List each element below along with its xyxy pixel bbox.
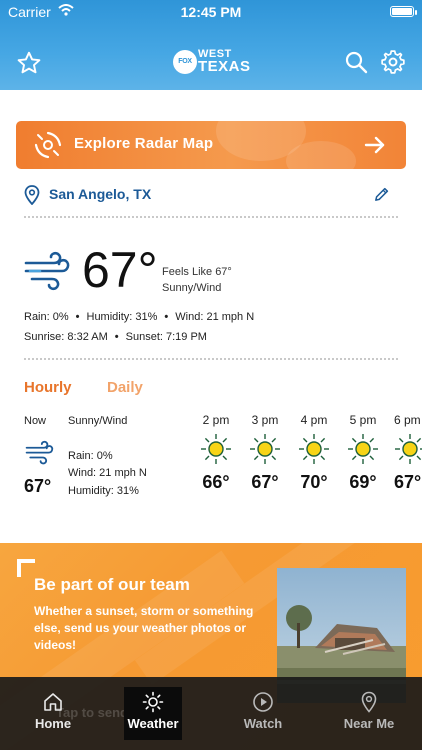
- current-details: Rain: 0% • Humidity: 31% • Wind: 21 mph N: [24, 311, 255, 323]
- hourly-item: 4 pm 70°: [294, 413, 334, 493]
- current-feels: Feels Like 67° Sunny/Wind: [162, 264, 232, 296]
- sun-icon: [201, 434, 231, 464]
- status-time: 12:45 PM: [180, 4, 242, 20]
- current-wind: Wind: 21 mph N: [175, 311, 255, 323]
- hour-time: 6 pm: [394, 413, 421, 427]
- hourly-item: 5 pm 69°: [343, 413, 383, 493]
- now-rain: Rain: 0%: [68, 450, 113, 462]
- tab-watch[interactable]: Watch: [238, 677, 288, 737]
- gear-icon[interactable]: [380, 49, 406, 75]
- tab-home-label: Home: [34, 716, 72, 731]
- location-row[interactable]: San Angelo, TX: [24, 183, 398, 207]
- hour-time: 2 pm: [202, 413, 230, 427]
- hourly-item: 3 pm 67°: [245, 413, 285, 493]
- play-circle-icon: [253, 692, 273, 712]
- sun-icon: [395, 434, 422, 464]
- current-humidity: Humidity: 31%: [86, 311, 158, 323]
- sun-outline-icon: [142, 691, 164, 713]
- fox-badge: FOX: [173, 50, 197, 74]
- star-icon[interactable]: [16, 50, 42, 76]
- divider: [24, 358, 398, 360]
- tab-watch-label: Watch: [243, 716, 283, 731]
- sun-icon: [299, 434, 329, 464]
- arrow-right-icon: [364, 136, 385, 154]
- now-temperature: 67°: [24, 476, 52, 496]
- map-pin-icon: [361, 691, 377, 713]
- hour-temp: 67°: [394, 472, 422, 492]
- current-rain: Rain: 0%: [24, 311, 69, 323]
- logo-texas: TEXAS: [198, 58, 251, 75]
- hour-temp: 70°: [300, 472, 328, 492]
- radar-label: Explore Radar Map: [74, 135, 214, 152]
- explore-radar-button[interactable]: Explore Radar Map: [16, 121, 406, 169]
- current-condition: Sunny/Wind: [162, 282, 222, 294]
- now-label: Now: [24, 415, 47, 427]
- map-pin-icon: [24, 185, 40, 205]
- corner-bracket-icon: [17, 559, 35, 577]
- search-icon[interactable]: [344, 50, 368, 74]
- hourly-item: 6 pm 67°: [390, 413, 422, 493]
- tab-daily[interactable]: Daily: [107, 379, 143, 396]
- status-bar: Carrier 12:45 PM: [0, 0, 422, 24]
- hour-time: 3 pm: [251, 413, 279, 427]
- promo-body: Whether a sunset, storm or something els…: [34, 604, 254, 652]
- now-condition: Sunny/Wind: [68, 415, 128, 427]
- radar-icon: [34, 131, 62, 159]
- wind-icon: [24, 251, 70, 291]
- hour-time: 5 pm: [349, 413, 377, 427]
- hourly-item: 2 pm 66°: [196, 413, 236, 493]
- sun-icon: [250, 434, 280, 464]
- fox-west-texas-logo: FOX WEST TEXAS: [173, 47, 253, 77]
- location-name: San Angelo, TX: [49, 186, 152, 202]
- tab-weather[interactable]: Weather: [124, 687, 182, 740]
- feels-like: Feels Like 67°: [162, 266, 232, 278]
- bottom-tab-bar: Tap to send Home Weather Watch Near Me: [0, 677, 422, 750]
- hour-temp: 67°: [251, 472, 279, 492]
- sunrise: Sunrise: 8:32 AM: [24, 331, 108, 343]
- tab-home[interactable]: Home: [32, 677, 74, 737]
- sun-times: Sunrise: 8:32 AM • Sunset: 7:19 PM: [24, 331, 207, 343]
- home-icon: [44, 693, 62, 711]
- tab-near-me[interactable]: Near Me: [336, 677, 402, 737]
- tab-hourly[interactable]: Hourly: [24, 379, 72, 396]
- hour-temp: 69°: [349, 472, 377, 492]
- sun-icon: [348, 434, 378, 464]
- sunset: Sunset: 7:19 PM: [125, 331, 207, 343]
- battery-icon: [390, 6, 414, 17]
- now-humidity: Humidity: 31%: [68, 485, 139, 497]
- tab-near-me-label: Near Me: [343, 716, 395, 731]
- current-temperature: 67°: [82, 242, 158, 298]
- pencil-icon[interactable]: [373, 186, 390, 203]
- tab-weather-label: Weather: [127, 716, 179, 731]
- divider: [24, 216, 398, 218]
- promo-title: Be part of our team: [34, 575, 190, 594]
- app-header: Carrier 12:45 PM FOX WEST TEXAS: [0, 0, 422, 90]
- hour-temp: 66°: [202, 472, 230, 492]
- now-wind: Wind: 21 mph N: [68, 467, 147, 479]
- hour-time: 4 pm: [300, 413, 328, 427]
- wind-icon: [25, 440, 54, 465]
